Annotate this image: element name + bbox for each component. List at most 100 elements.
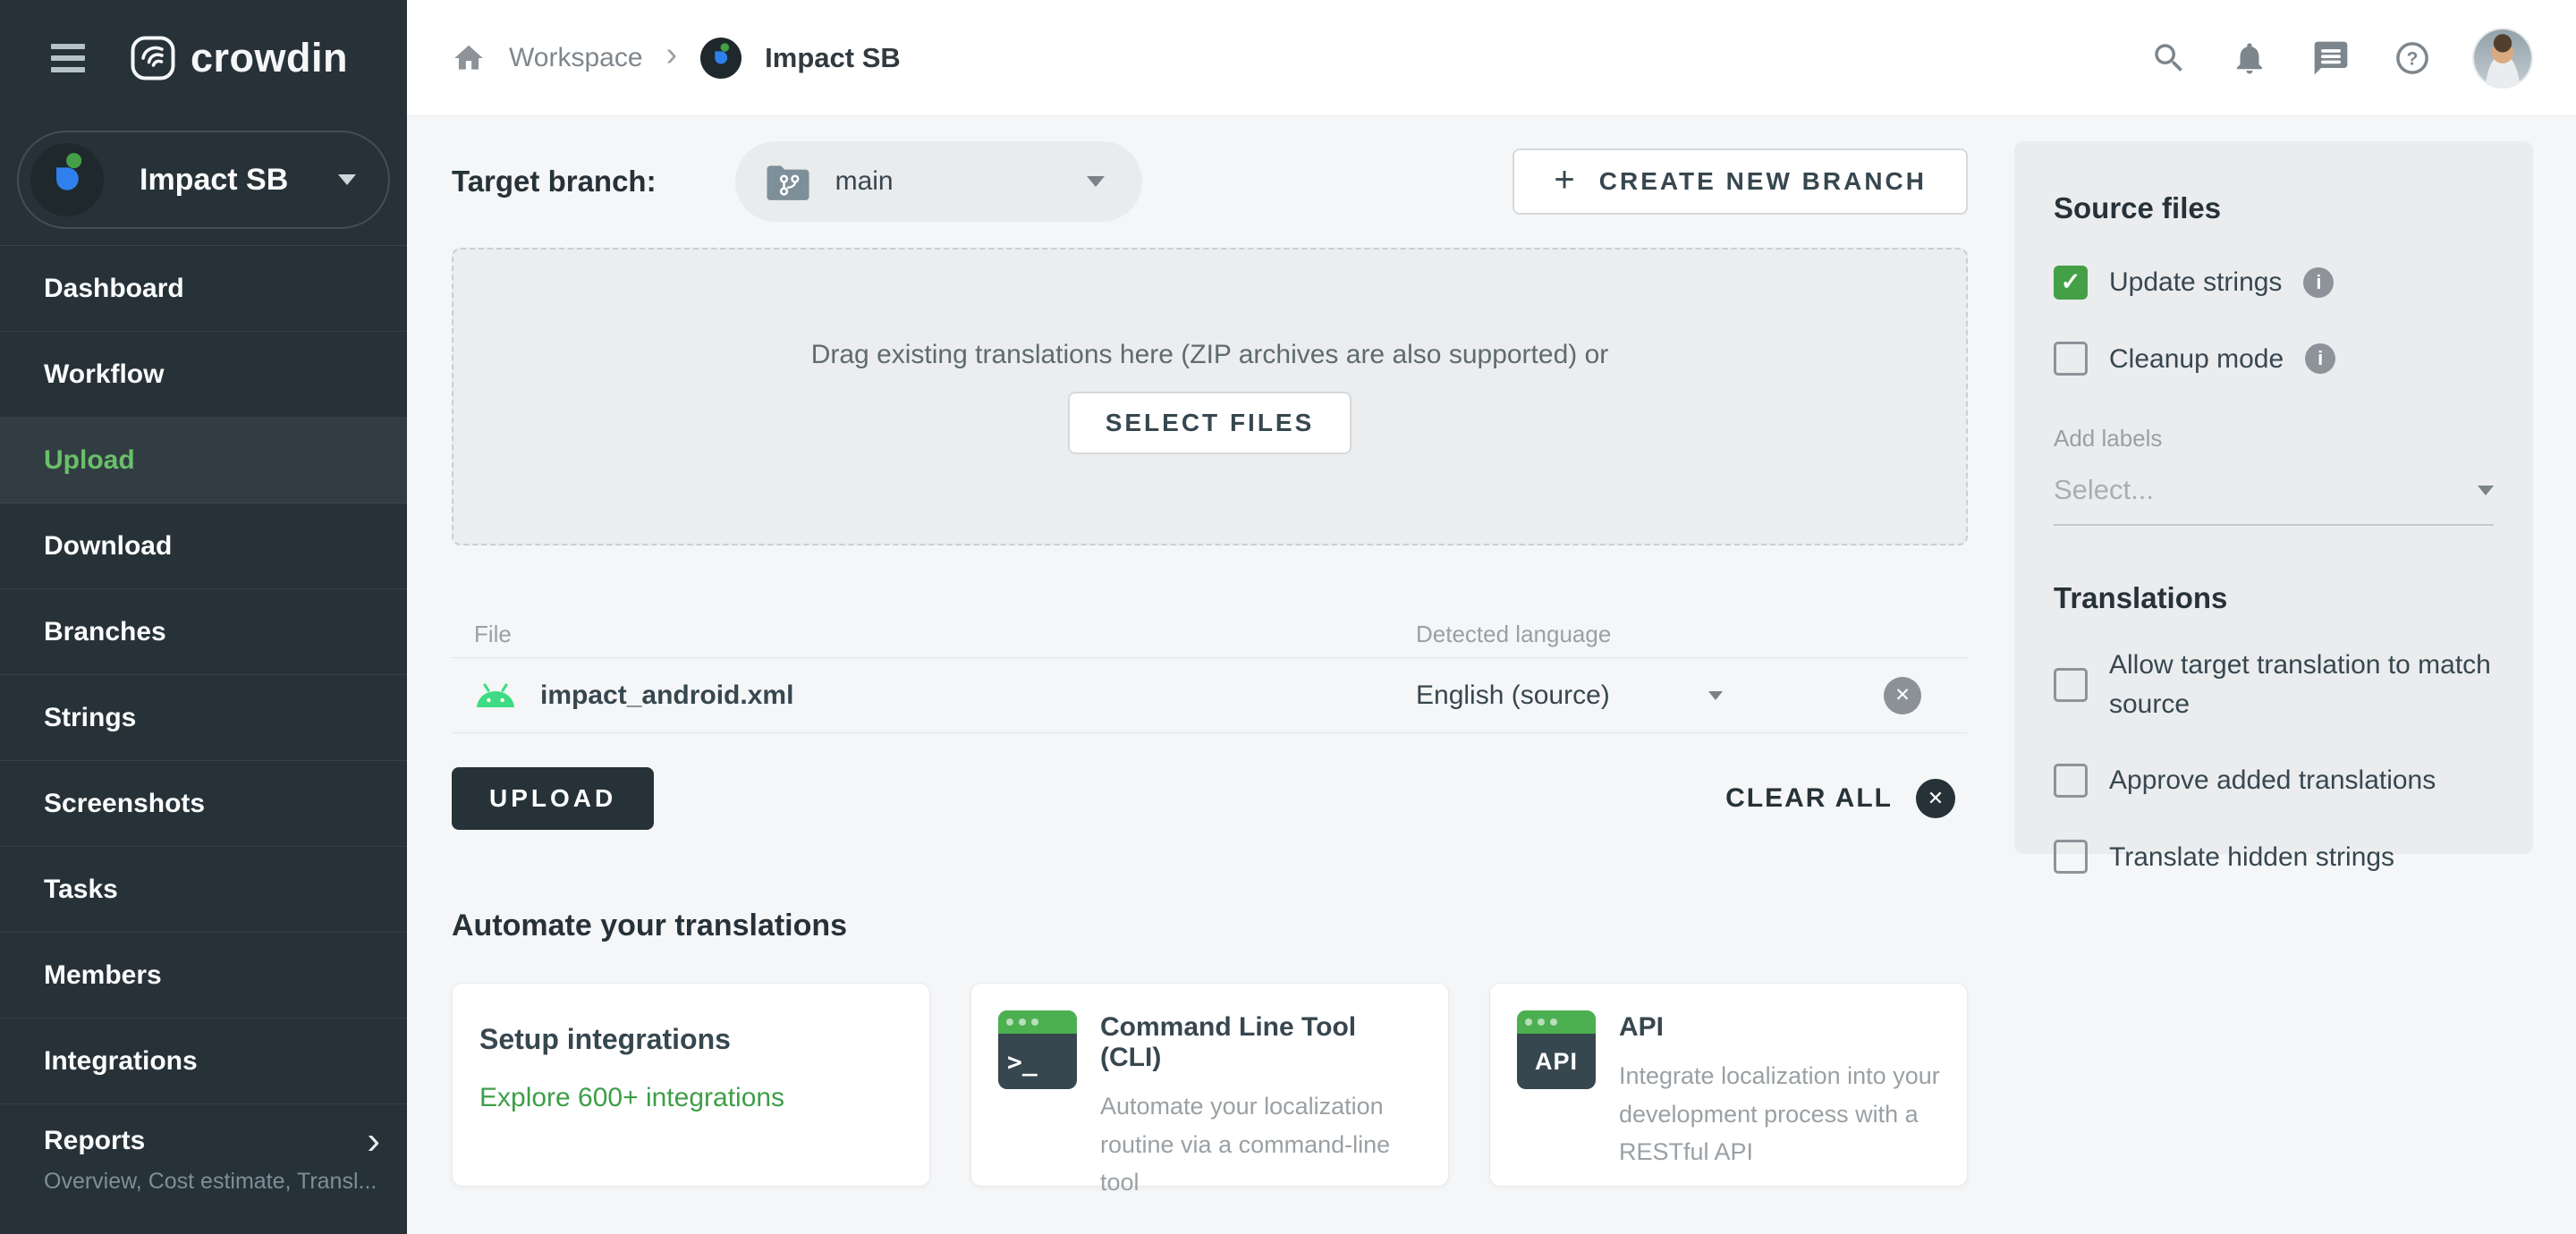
allow-match-source-checkbox[interactable] — [2054, 667, 2088, 702]
menu-icon[interactable] — [51, 44, 85, 72]
labels-select[interactable]: Select... — [2054, 474, 2494, 526]
branch-selector-value: main — [835, 166, 894, 196]
upload-main: Target branch: main + CREATE NEW BRANCH … — [452, 116, 1968, 1196]
project-switcher[interactable]: Impact SB — [17, 131, 390, 229]
chevron-down-icon — [2478, 485, 2494, 495]
sidebar-item-workflow[interactable]: Workflow — [0, 332, 407, 418]
terminal-titlebar — [998, 1010, 1077, 1034]
branch-row: Target branch: main + CREATE NEW BRANCH — [452, 141, 1968, 222]
card-cli[interactable]: >_ Command Line Tool (CLI) Automate your… — [970, 983, 1449, 1196]
card-title: API — [1619, 1012, 1665, 1042]
crowdin-logo-icon — [131, 36, 175, 80]
uploaded-files-table: File Detected language impact_android.xm… — [452, 612, 1968, 733]
upload-actions: UPLOAD CLEAR ALL ✕ — [452, 767, 1968, 830]
content-area: Target branch: main + CREATE NEW BRANCH … — [407, 116, 2576, 1234]
branch-folder-icon — [767, 165, 809, 200]
target-branch-label: Target branch: — [452, 165, 657, 198]
topbar: Workspace › Impact SB ? — [407, 0, 2576, 116]
cleanup-mode-checkbox[interactable] — [2054, 342, 2088, 376]
file-dropzone[interactable]: Drag existing translations here (ZIP arc… — [452, 248, 1968, 545]
chevron-down-icon[interactable] — [1707, 690, 1723, 700]
clear-all-x-icon: ✕ — [1916, 779, 1955, 818]
sidebar-item-strings[interactable]: Strings — [0, 675, 407, 761]
breadcrumb-separator-icon: › — [665, 36, 678, 73]
file-cell: impact_android.xml — [452, 680, 1416, 711]
column-detected-language: Detected language — [1416, 621, 1612, 647]
cli-terminal-icon: >_ — [998, 1010, 1077, 1089]
branch-selector[interactable]: main — [734, 141, 1142, 222]
source-files-title: Source files — [2054, 191, 2222, 224]
sidebar-item-branches[interactable]: Branches — [0, 589, 407, 675]
home-icon[interactable] — [452, 41, 486, 75]
option-update-strings: ✓ Update strings i — [2054, 263, 2494, 302]
api-terminal-icon: API — [1517, 1010, 1596, 1089]
sidebar-nav: Dashboard Workflow Upload Download Branc… — [0, 245, 407, 1231]
info-icon[interactable]: i — [2303, 266, 2334, 298]
update-strings-checkbox[interactable]: ✓ — [2054, 265, 2088, 300]
create-new-branch-button[interactable]: + CREATE NEW BRANCH — [1513, 148, 1968, 215]
chevron-right-icon: › — [367, 1119, 380, 1162]
crowdin-logo-text: crowdin — [191, 35, 349, 80]
terminal-titlebar — [1517, 1010, 1596, 1034]
card-setup-integrations[interactable]: Setup integrations Explore 600+ integrat… — [452, 983, 930, 1187]
android-icon — [477, 683, 514, 707]
option-translate-hidden: Translate hidden strings — [2054, 838, 2494, 877]
labels-select-placeholder: Select... — [2054, 474, 2154, 505]
sidebar-item-tasks[interactable]: Tasks — [0, 847, 407, 933]
column-file: File — [474, 621, 512, 647]
option-approve-added: Approve added translations — [2054, 761, 2494, 800]
option-allow-match-source: Allow target translation to match source — [2054, 646, 2494, 723]
translations-title: Translations — [2054, 581, 2228, 614]
card-description: Automate your localization routine via a… — [1100, 1093, 1391, 1196]
chevron-down-icon — [1086, 176, 1105, 187]
topbar-icons: ? — [2150, 29, 2531, 87]
chevron-down-icon — [338, 174, 356, 185]
notifications-bell-icon[interactable] — [2231, 39, 2268, 77]
detected-language-select[interactable]: English (source) — [1416, 680, 1610, 711]
breadcrumb-project[interactable]: Impact SB — [765, 42, 901, 74]
sidebar-item-dashboard[interactable]: Dashboard — [0, 246, 407, 332]
automate-heading: Automate your translations — [452, 909, 848, 942]
info-icon[interactable]: i — [2305, 343, 2336, 375]
sidebar-item-download[interactable]: Download — [0, 503, 407, 589]
file-name: impact_android.xml — [540, 680, 794, 710]
sidebar-item-screenshots[interactable]: Screenshots — [0, 761, 407, 847]
breadcrumb-workspace[interactable]: Workspace — [509, 43, 643, 73]
add-labels-label: Add labels — [2054, 425, 2163, 452]
sidebar-item-upload[interactable]: Upload — [0, 418, 407, 503]
upload-options-panel: Source files ✓ Update strings i Cleanup … — [2014, 141, 2533, 875]
remove-file-button[interactable]: ✕ — [1884, 676, 1921, 714]
approve-added-checkbox[interactable] — [2054, 763, 2088, 798]
project-avatar — [30, 143, 104, 216]
project-switcher-label: Impact SB — [140, 162, 289, 197]
table-header: File Detected language — [452, 612, 1968, 658]
clear-all-button[interactable]: CLEAR ALL ✕ — [1725, 779, 1955, 818]
messages-chat-icon[interactable] — [2311, 38, 2351, 78]
svg-text:?: ? — [2407, 48, 2419, 69]
table-row: impact_android.xml English (source) ✕ — [452, 658, 1968, 733]
card-title: Command Line Tool (CLI) — [1100, 1012, 1357, 1072]
sidebar-item-reports[interactable]: Reports › Overview, Cost estimate, Trans… — [0, 1104, 407, 1231]
language-cell: English (source) ✕ — [1416, 676, 1968, 714]
automation-cards: Setup integrations Explore 600+ integrat… — [452, 983, 1968, 1196]
breadcrumb: Workspace › Impact SB — [452, 36, 2150, 79]
user-avatar[interactable] — [2474, 29, 2531, 87]
crowdin-logo[interactable]: crowdin — [130, 35, 348, 81]
dropzone-hint: Drag existing translations here (ZIP arc… — [810, 339, 1609, 369]
sidebar-item-integrations[interactable]: Integrations — [0, 1018, 407, 1104]
select-files-button[interactable]: SELECT FILES — [1067, 391, 1352, 454]
card-api[interactable]: API API Integrate localization into your… — [1489, 983, 1968, 1187]
translate-hidden-checkbox[interactable] — [2054, 840, 2088, 875]
option-cleanup-mode: Cleanup mode i — [2054, 340, 2494, 379]
sidebar: crowdin Impact SB Dashboard Workflow Upl… — [0, 0, 407, 1234]
sidebar-header: crowdin — [0, 0, 407, 116]
upload-button[interactable]: UPLOAD — [452, 767, 655, 830]
search-icon[interactable] — [2150, 39, 2188, 77]
explore-integrations-link[interactable]: Explore 600+ integrations — [479, 1083, 784, 1113]
plus-icon: + — [1554, 159, 1578, 199]
help-icon[interactable]: ? — [2394, 39, 2431, 77]
reports-sublabel: Overview, Cost estimate, Transl... — [44, 1169, 377, 1194]
sidebar-item-members[interactable]: Members — [0, 933, 407, 1018]
breadcrumb-project-avatar — [700, 37, 742, 79]
card-title: Setup integrations — [479, 1023, 731, 1055]
